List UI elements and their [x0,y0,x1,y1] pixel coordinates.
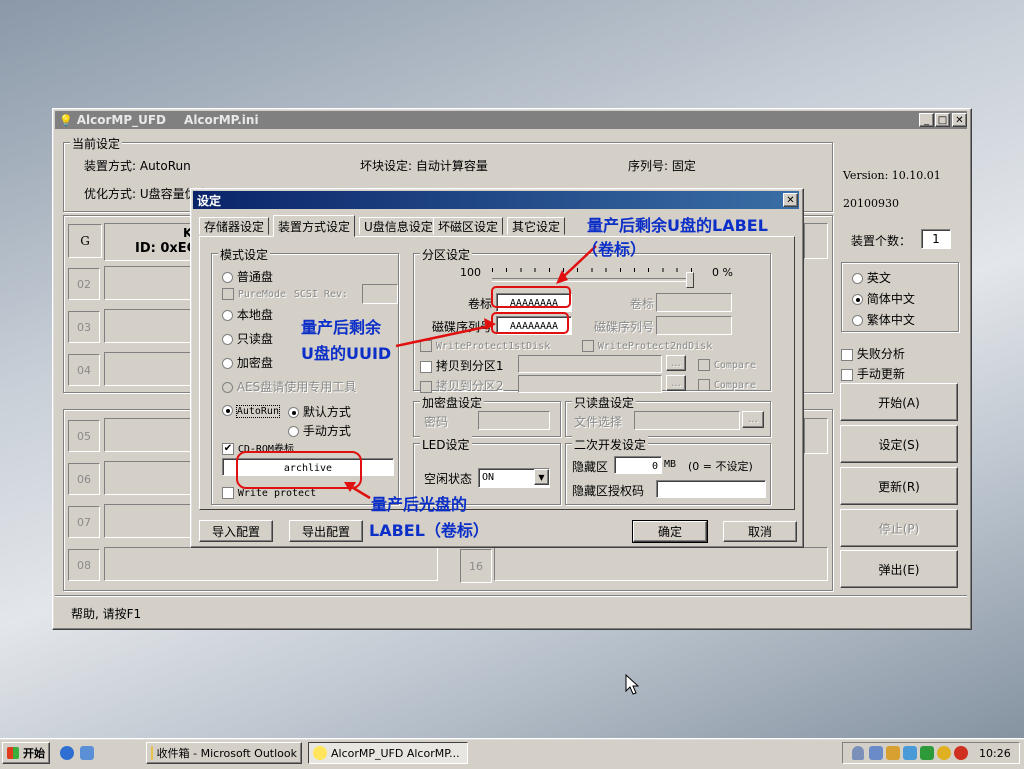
system-tray: 10:26 [842,742,1020,764]
desktop-icon[interactable] [80,746,94,760]
cdrom-arrow [349,484,371,500]
taskbar: 开始 收件箱 - Microsoft Outlook AlcorMP_UFD A… [0,738,1024,769]
cdrom-arrowhead [344,482,356,492]
start-menu-label: 开始 [23,747,45,760]
shield-icon[interactable] [920,746,934,760]
clock-tray-icon[interactable] [886,746,900,760]
annotation-arrows [344,245,597,500]
uuid-arrowhead [484,318,496,330]
windows-logo-icon [7,747,19,759]
task-alcormp[interactable]: AlcorMP_UFD AlcorMP... [308,742,468,764]
uuid-arrow [395,324,491,348]
task-outlook[interactable]: 收件箱 - Microsoft Outlook [146,742,302,764]
label-annotation-line2: （卷标） [582,240,647,259]
label-annotation-line1: 量产后剩余U盘的LABEL [587,216,768,235]
start-menu-button[interactable]: 开始 [2,742,50,764]
bulb-icon [313,746,327,760]
task-outlook-label: 收件箱 - Microsoft Outlook [156,747,297,760]
ie-icon[interactable] [60,746,74,760]
label-arrowhead [556,270,568,284]
network-icon[interactable] [869,746,883,760]
cd-annotation-line2: LABEL（卷标） [369,521,489,540]
cd-annotation-line1: 量产后光盘的 [371,495,468,514]
outlook-icon [151,746,153,760]
power-icon[interactable] [954,746,968,760]
task-alcormp-label: AlcorMP_UFD AlcorMP... [331,746,460,760]
uuid-annotation-line2: U盘的UUID [301,344,392,363]
quick-launch [60,746,94,760]
mouse-cursor-icon [625,674,639,695]
tab-device-mode[interactable]: 装置方式设定 [273,215,356,237]
uuid-annotation-line1: 量产后剩余 [301,318,382,337]
monitor-icon[interactable] [903,746,917,760]
clock-text: 10:26 [979,746,1011,760]
security-icon[interactable] [937,746,951,760]
tray-person-icon[interactable] [852,746,864,760]
